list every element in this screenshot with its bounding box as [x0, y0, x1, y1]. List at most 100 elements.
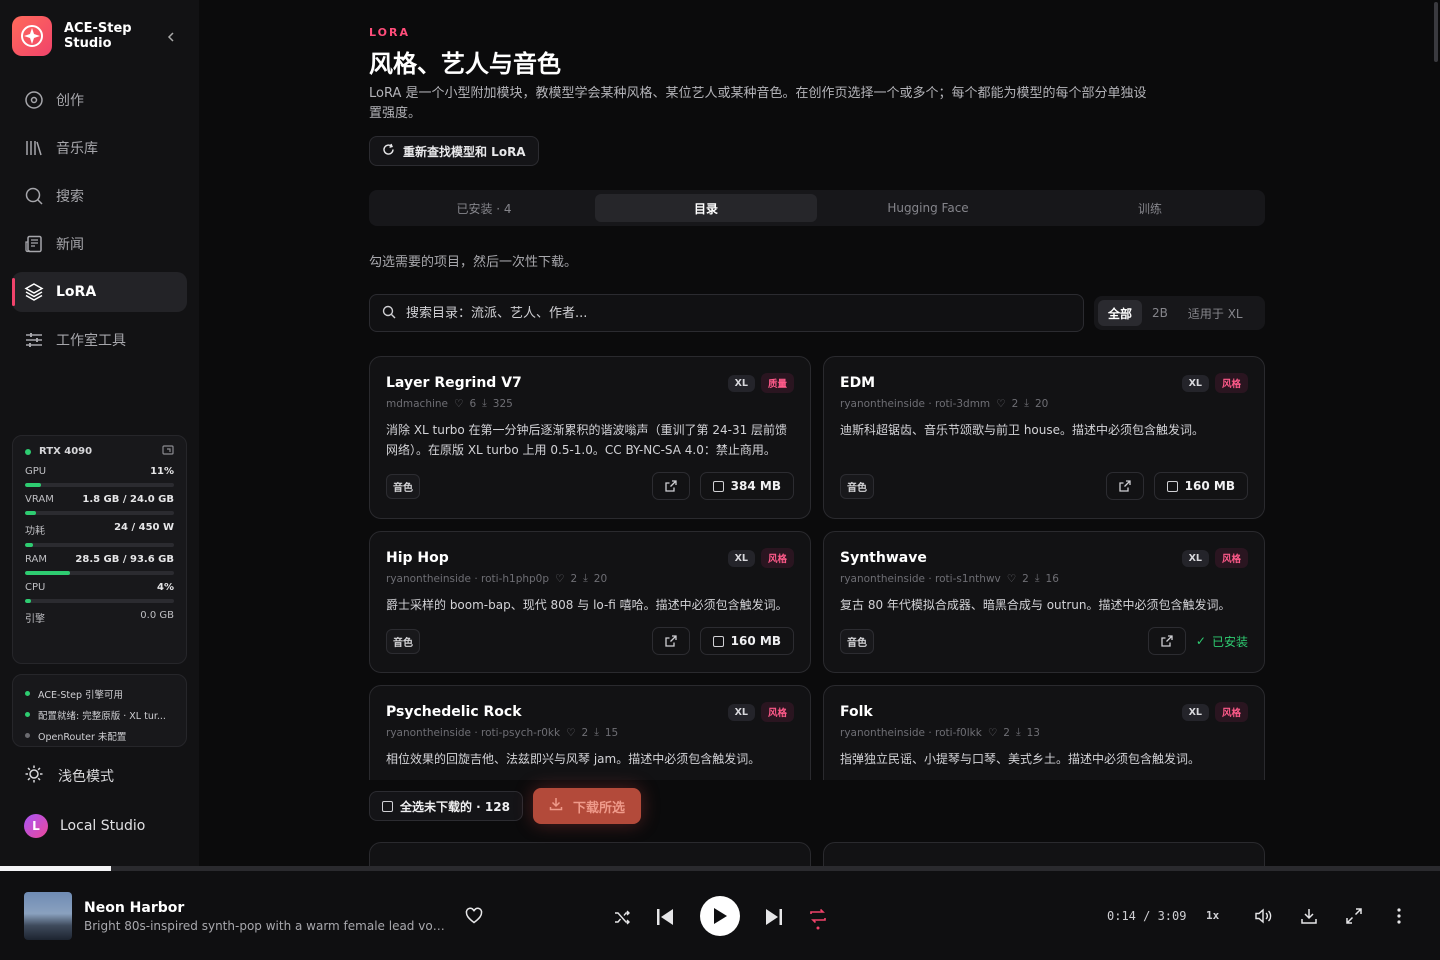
page-description: LoRA 是一个小型附加模块，教模型学会某种风格、某位艺人或某种音色。在创作页选… — [369, 86, 1147, 121]
theme-toggle-label: 浅色模式 — [58, 769, 114, 785]
heart-icon: ♡ — [555, 572, 565, 585]
lora-card[interactable]: Layer Regrind V7 XL 质量 mdmachine ♡ 6 ⤓ 325 … — [369, 356, 811, 519]
track-title[interactable]: Neon Harbor — [84, 900, 184, 916]
app-name-line2: Studio — [64, 36, 112, 51]
lora-author: ryanontheinside · roti-psych-r0kk — [386, 726, 561, 739]
lora-card[interactable]: EDM XL 风格 ryanontheinside · roti-3dmm ♡ 2 … — [823, 356, 1265, 519]
sidebar-item-studio-tools[interactable]: 工作室工具 — [12, 320, 187, 360]
engine-status-box: ACE-Step 引擎可用 配置就绪: 完整原版 · XL tur... Ope… — [12, 674, 187, 747]
page-eyebrow: LORA — [369, 26, 410, 39]
lora-size: 160 MB — [1184, 479, 1235, 493]
open-link-button[interactable] — [1147, 627, 1186, 655]
status-line: ACE-Step 引擎可用 — [25, 683, 174, 704]
account-button[interactable]: L Local Studio — [24, 814, 145, 838]
page-scrollbar[interactable] — [1432, 0, 1440, 866]
download-track-button[interactable] — [1298, 905, 1320, 927]
tab-training[interactable]: 训练 — [1039, 194, 1261, 222]
theme-toggle-button[interactable]: 浅色模式 — [24, 764, 114, 788]
download-count: 15 — [604, 726, 619, 739]
sidebar-item-lora[interactable]: LoRA — [12, 272, 187, 312]
lora-title: Synthwave — [840, 550, 927, 566]
open-link-button[interactable] — [651, 627, 690, 655]
lora-card[interactable]: Psychedelic Rock XL 风格 ryanontheinside · … — [369, 685, 811, 780]
stat-label: VRAM — [25, 494, 54, 505]
shuffle-button[interactable] — [611, 906, 633, 928]
more-options-button[interactable] — [1388, 905, 1410, 927]
volume-icon — [1255, 908, 1272, 924]
sidebar-item-library[interactable]: 音乐库 — [12, 128, 187, 168]
like-button[interactable] — [463, 905, 485, 927]
lora-description: 消除 XL turbo 在第一分钟后逐渐累积的谐波嗡声（重训了第 24-31 层… — [386, 423, 788, 457]
sidebar-item-label: 搜索 — [56, 189, 84, 205]
next-button[interactable] — [762, 905, 786, 929]
stat-bar-fill — [25, 599, 31, 603]
track-cover[interactable] — [24, 892, 72, 940]
sidebar-item-search[interactable]: 搜索 — [12, 176, 187, 216]
page-title: 风格、艺人与音色 — [369, 50, 561, 78]
select-all-button[interactable]: 全选未下载的 · 128 — [369, 791, 523, 821]
lora-card-partial[interactable] — [369, 842, 811, 866]
repeat-button[interactable] — [806, 904, 830, 932]
lora-meta: ryanontheinside · roti-3dmm ♡ 2 ⤓ 20 — [840, 397, 1248, 410]
lora-meta: ryanontheinside · roti-s1nthwv ♡ 2 ⤓ 16 — [840, 572, 1248, 585]
collapse-sidebar-button[interactable] — [160, 26, 182, 48]
model-badge: XL — [1181, 374, 1209, 392]
check-icon: ✓ — [1195, 634, 1206, 648]
stat-value: 1.8 GB / 24.0 GB — [82, 494, 174, 505]
stat-bar-fill — [25, 571, 71, 575]
lora-card[interactable]: Synthwave XL 风格 ryanontheinside · roti-s1… — [823, 531, 1265, 673]
like-count: 2 — [1022, 572, 1029, 585]
sidebar-item-label: 工作室工具 — [56, 333, 126, 349]
lora-card[interactable]: Folk XL 风格 ryanontheinside · roti-f0lkk ♡… — [823, 685, 1265, 780]
status-dot-off — [25, 733, 30, 738]
filter-all[interactable]: 全部 — [1098, 300, 1143, 326]
model-badge: XL — [1181, 703, 1209, 721]
stat-gpu: GPU 11% — [25, 466, 174, 487]
sidebar-item-label: 新闻 — [56, 237, 84, 253]
select-download-checkbox[interactable]: 160 MB — [1153, 472, 1248, 500]
playback-speed-button[interactable]: 1x — [1206, 909, 1219, 922]
monitor-popout-icon[interactable] — [162, 444, 174, 459]
stat-power: 功耗 24 / 450 W — [25, 522, 174, 547]
filter-xl[interactable]: 适用于 XL — [1178, 300, 1253, 326]
lora-meta: ryanontheinside · roti-f0lkk ♡ 2 ⤓ 13 — [840, 726, 1248, 739]
refresh-icon — [382, 143, 395, 159]
stat-bar — [25, 483, 174, 487]
lora-card[interactable]: Hip Hop XL 风格 ryanontheinside · roti-h1ph… — [369, 531, 811, 673]
filter-2b[interactable]: 2B — [1142, 300, 1178, 326]
skip-back-icon — [657, 909, 673, 925]
installed-status: ✓ 已安装 — [1196, 633, 1248, 650]
catalog-grid: Layer Regrind V7 XL 质量 mdmachine ♡ 6 ⤓ 325 … — [369, 356, 1265, 780]
stat-value: 4% — [157, 582, 174, 593]
play-button[interactable] — [700, 896, 740, 936]
expand-icon — [1346, 908, 1362, 924]
download-count-icon: ⤓ — [1015, 726, 1021, 738]
rescan-button[interactable]: 重新查找模型和 LoRA — [369, 136, 539, 166]
brand[interactable]: ACE-Step Studio — [12, 16, 134, 56]
lora-card-partial[interactable] — [823, 842, 1265, 866]
scrollbar-thumb[interactable] — [1434, 2, 1438, 62]
expand-player-button[interactable] — [1343, 905, 1365, 927]
search-input[interactable] — [406, 305, 1046, 321]
previous-button[interactable] — [653, 905, 677, 929]
sidebar-item-create[interactable]: 创作 — [12, 80, 187, 120]
tab-catalog[interactable]: 目录 — [595, 194, 817, 222]
sidebar-item-news[interactable]: 新闻 — [12, 224, 187, 264]
download-count-icon: ⤓ — [482, 397, 487, 409]
download-action-bar: 全选未下载的 · 128 下载所选 — [369, 788, 641, 824]
download-count-icon: ⤓ — [583, 572, 588, 584]
open-link-button[interactable] — [1105, 472, 1144, 500]
sidebar: ACE-Step Studio 创作 音乐库 搜索 新闻 LoRA 工作室工具 … — [0, 0, 199, 866]
select-download-checkbox[interactable]: 160 MB — [699, 627, 794, 655]
lora-meta: ryanontheinside · roti-h1php0p ♡ 2 ⤓ 20 — [386, 572, 794, 585]
select-download-checkbox[interactable]: 384 MB — [699, 472, 794, 500]
heart-icon: ♡ — [454, 397, 464, 410]
status-line: OpenRouter 未配置 — [25, 725, 174, 746]
volume-button[interactable] — [1252, 905, 1274, 927]
open-link-button[interactable] — [651, 472, 690, 500]
status-text: OpenRouter 未配置 — [38, 731, 127, 743]
tab-hugging-face[interactable]: Hugging Face — [817, 194, 1039, 222]
status-dot-ok — [25, 691, 30, 696]
download-selected-button[interactable]: 下载所选 — [532, 788, 641, 824]
tab-installed[interactable]: 已安装 · 4 — [373, 194, 595, 222]
